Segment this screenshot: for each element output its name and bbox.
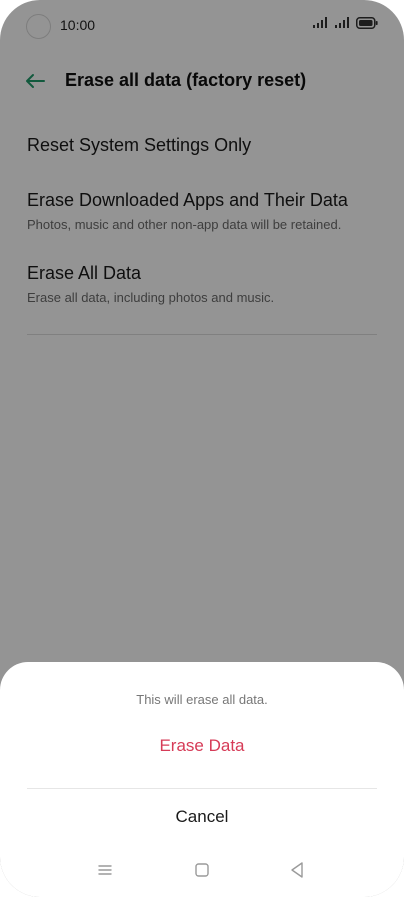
navigation-bar: [0, 858, 404, 888]
phone-screen: 10:00 Erase all data (factory reset) Res…: [0, 0, 404, 897]
menu-icon[interactable]: [93, 858, 117, 882]
sheet-divider: [27, 788, 377, 789]
home-icon[interactable]: [190, 858, 214, 882]
sheet-message: This will erase all data.: [136, 692, 268, 707]
erase-data-button[interactable]: Erase Data: [0, 736, 404, 756]
back-icon[interactable]: [285, 858, 309, 882]
cancel-button[interactable]: Cancel: [0, 807, 404, 827]
